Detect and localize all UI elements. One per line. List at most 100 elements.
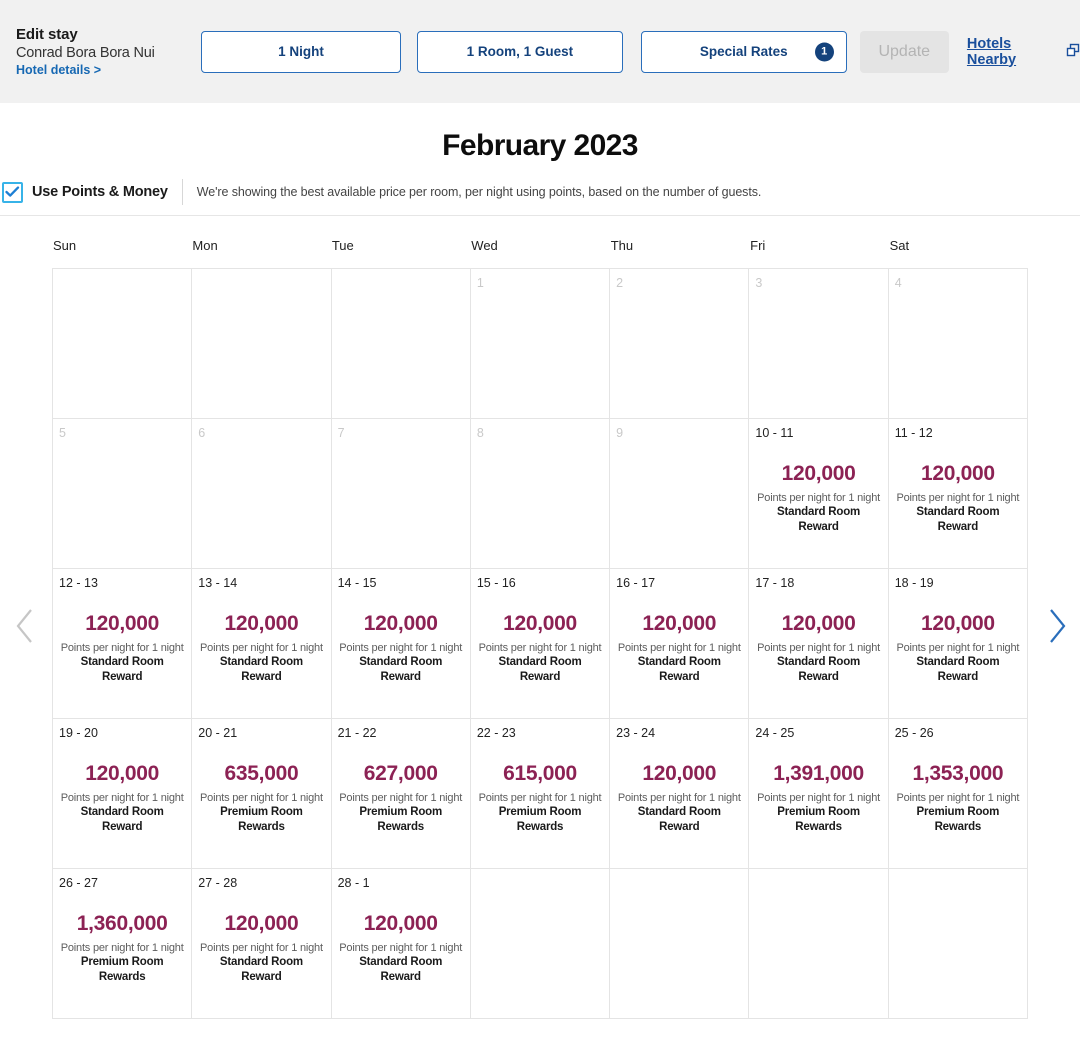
- room-type-label: Standard Room Reward: [219, 656, 303, 684]
- calendar-day-cell[interactable]: 25 - 26 1,353,000 Points per night for 1 n…: [888, 719, 1028, 869]
- room-type-label: Standard Room Reward: [359, 656, 443, 684]
- points-subtitle: Points per night for 1 night: [339, 791, 463, 804]
- calendar-day-cell[interactable]: 18 - 19 120,000 Points per night for 1 nig…: [888, 569, 1028, 719]
- calendar-day-number: 1: [476, 276, 484, 290]
- calendar-day-cell: 3: [749, 269, 889, 419]
- hotel-details-link[interactable]: Hotel details >: [16, 63, 181, 77]
- points-subtitle: Points per night for 1 night: [757, 641, 880, 654]
- calendar-day-cell: 7: [331, 419, 471, 569]
- calendar-day-cell: 4: [888, 269, 1028, 419]
- points-subtitle: Points per night for 1 night: [617, 791, 741, 804]
- calendar-day-cell[interactable]: 15 - 16 120,000 Points per night for 1 nig…: [470, 569, 611, 719]
- rooms-guests-selector-button[interactable]: 1 Room, 1 Guest: [417, 30, 623, 73]
- calendar-rate-body: 120,000 Points per night for 1 night Stand…: [198, 586, 324, 713]
- points-subtitle: Points per night for 1 night: [478, 791, 602, 804]
- calendar-rate-body: 120,000 Points per night for 1 night Stand…: [338, 586, 464, 713]
- calendar-day-cell: 8: [470, 419, 611, 569]
- calendar-rate-body: 615,000 Points per night for 1 night Premi…: [477, 736, 603, 863]
- calendar-day-cell: [888, 869, 1028, 1019]
- calendar-day-cell[interactable]: 22 - 23 615,000 Points per night for 1 nig…: [470, 719, 611, 869]
- points-subtitle: Points per night for 1 night: [60, 791, 184, 804]
- points-subtitle: Points per night for 1 night: [757, 791, 880, 804]
- hotels-nearby-label: Hotels Nearby: [966, 35, 1017, 68]
- edit-stay-header: Edit stay Conrad Bora Bora Nui Hotel det…: [0, 0, 1080, 103]
- calendar-rate-body: 1,391,000 Points per night for 1 night Pre…: [755, 736, 881, 863]
- points-amount: 615,000: [503, 762, 577, 786]
- calendar-day-cell: [610, 869, 750, 1019]
- room-type-label: Standard Room Reward: [916, 506, 1000, 534]
- calendar-day-cell[interactable]: 27 - 28 120,000 Points per night for 1 nig…: [192, 869, 332, 1019]
- nights-selector-label: 1 Night: [278, 44, 324, 59]
- points-subtitle: Points per night for 1 night: [478, 641, 602, 654]
- calendar-day-number: 7: [337, 426, 345, 440]
- calendar-rate-body: 120,000 Points per night for 1 night Stand…: [338, 886, 464, 1013]
- external-link-icon: [1066, 43, 1080, 61]
- special-rates-label: Special Rates: [699, 44, 788, 59]
- calendar-day-cell: [331, 269, 471, 419]
- points-subtitle: Points per night for 1 night: [60, 641, 184, 654]
- day-header-fri: Fri: [750, 238, 766, 253]
- special-rates-button[interactable]: Special Rates 1: [640, 30, 847, 73]
- points-subtitle: Points per night for 1 night: [896, 491, 1020, 504]
- calendar-rate-body: 120,000 Points per night for 1 night Stand…: [616, 586, 742, 713]
- calendar-day-number: 5: [59, 426, 66, 440]
- points-subtitle: Points per night for 1 night: [896, 791, 1020, 804]
- day-header-thu: Thu: [610, 238, 634, 253]
- calendar-rate-body: 120,000 Points per night for 1 night Stand…: [477, 586, 603, 713]
- calendar-day-cell[interactable]: 20 - 21 635,000 Points per night for 1 nig…: [192, 719, 332, 869]
- calendar-day-cell[interactable]: 28 - 1 120,000 Points per night for 1 nigh…: [331, 869, 471, 1019]
- calendar-day-cell[interactable]: 12 - 13 120,000 Points per night for 1 nig…: [53, 569, 193, 719]
- nights-selector-button[interactable]: 1 Night: [201, 30, 401, 73]
- calendar-day-cell[interactable]: 17 - 18 120,000 Points per night for 1 nig…: [749, 569, 889, 719]
- points-amount: 1,360,000: [76, 912, 168, 936]
- calendar-day-cell: 9: [610, 419, 750, 569]
- page-title: Edit stay: [16, 26, 78, 43]
- points-amount: 627,000: [363, 762, 438, 786]
- calendar-day-cell[interactable]: 24 - 25 1,391,000 Points per night for 1 n…: [749, 719, 889, 869]
- room-type-label: Standard Room Reward: [777, 656, 861, 684]
- calendar-day-cell[interactable]: 14 - 15 120,000 Points per night for 1 nig…: [331, 569, 471, 719]
- calendar-day-cell: 6: [192, 419, 332, 569]
- calendar-rate-body: 1,353,000 Points per night for 1 night Pre…: [895, 736, 1021, 863]
- calendar-day-cell[interactable]: 10 - 11 120,000 Points per night for 1 nig…: [749, 419, 889, 569]
- day-header-tue: Tue: [331, 238, 354, 253]
- chevron-left-icon: [14, 607, 36, 650]
- calendar-day-cell[interactable]: 21 - 22 627,000 Points per night for 1 nig…: [331, 719, 471, 869]
- next-month-button[interactable]: [1042, 608, 1072, 650]
- calendar-day-cell[interactable]: 19 - 20 120,000 Points per night for 1 nig…: [53, 719, 193, 869]
- room-type-label: Standard Room Reward: [916, 656, 1000, 684]
- calendar-day-number: 2: [616, 276, 624, 290]
- calendar-day-cell[interactable]: 16 - 17 120,000 Points per night for 1 nig…: [610, 569, 750, 719]
- room-type-label: Standard Room Reward: [777, 506, 861, 534]
- points-subtitle: Points per night for 1 night: [200, 941, 323, 954]
- calendar-day-cell[interactable]: 26 - 27 1,360,000 Points per night for 1 n…: [53, 869, 193, 1019]
- update-button[interactable]: Update: [859, 30, 949, 73]
- update-button-label: Update: [878, 42, 931, 60]
- points-amount: 120,000: [224, 612, 299, 636]
- previous-month-button[interactable]: [10, 608, 40, 650]
- calendar-rate-body: 120,000 Points per night for 1 night Stand…: [59, 586, 185, 713]
- calendar-day-cell[interactable]: 23 - 24 120,000 Points per night for 1 nig…: [610, 719, 750, 869]
- calendar-day-number: 9: [616, 426, 624, 440]
- hotels-nearby-link[interactable]: Hotels Nearby: [967, 36, 1080, 68]
- month-title: February 2023: [442, 129, 638, 162]
- use-points-money-row: Use Points & Money We're showing the bes…: [0, 179, 1080, 216]
- room-type-label: Premium Room Rewards: [220, 806, 303, 834]
- use-points-money-checkbox[interactable]: [2, 181, 23, 203]
- calendar-day-cell: 2: [610, 269, 750, 419]
- calendar-day-number: 3: [755, 276, 763, 290]
- calendar-rate-body: 120,000 Points per night for 1 night Stand…: [895, 586, 1021, 713]
- calendar-rate-body: 120,000 Points per night for 1 night Stand…: [755, 586, 881, 713]
- points-amount: 120,000: [781, 462, 856, 486]
- calendar: Sun Mon Tue Wed Thu Fri Sat 1 2 3 4 5 6 7 8 9 10 …: [0, 238, 1080, 1019]
- room-type-label: Premium Room Rewards: [359, 806, 442, 834]
- points-subtitle: Points per night for 1 night: [896, 641, 1020, 654]
- day-header-wed: Wed: [471, 238, 498, 253]
- calendar-day-cell[interactable]: 13 - 14 120,000 Points per night for 1 nig…: [192, 569, 332, 719]
- points-subtitle: Points per night for 1 night: [200, 641, 323, 654]
- calendar-day-cell[interactable]: 11 - 12 120,000 Points per night for 1 nig…: [888, 419, 1028, 569]
- calendar-day-number: 8: [476, 426, 484, 440]
- calendar-rate-body: 635,000 Points per night for 1 night Premi…: [198, 736, 324, 863]
- room-type-label: Standard Room Reward: [80, 656, 164, 684]
- points-money-description: We're showing the best available price p…: [196, 185, 762, 199]
